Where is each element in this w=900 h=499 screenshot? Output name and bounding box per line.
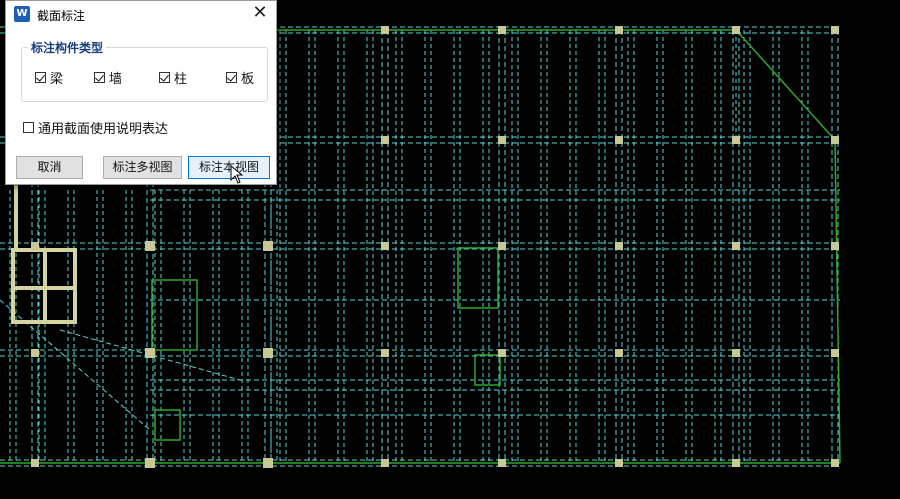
checkbox-general-section-box[interactable]	[23, 121, 34, 133]
column-marker	[145, 348, 155, 358]
column-marker	[732, 136, 740, 144]
boundary-wall	[735, 29, 836, 141]
column-marker	[615, 242, 623, 250]
column-marker	[263, 458, 273, 468]
column-marker	[381, 26, 389, 34]
dialog-titlebar[interactable]: W 截面标注 ✕	[6, 1, 276, 27]
column-marker	[732, 242, 740, 250]
checkbox-beam[interactable]: 梁	[35, 69, 64, 87]
column-marker	[498, 459, 506, 467]
checkbox-wall[interactable]: 墙	[94, 69, 123, 87]
column-marker	[615, 26, 623, 34]
column-marker	[381, 136, 389, 144]
column-marker	[498, 26, 506, 34]
annotate-multi-view-button[interactable]: 标注多视图	[103, 156, 182, 179]
column-marker	[31, 459, 39, 467]
column-marker	[381, 242, 389, 250]
column-marker	[498, 136, 506, 144]
column-marker	[831, 459, 839, 467]
annotate-this-view-button[interactable]: 标注本视图	[188, 156, 270, 179]
column-marker	[145, 458, 155, 468]
checkbox-slab-label: 板	[241, 71, 255, 87]
app-logo-icon: W	[14, 6, 30, 22]
checkbox-wall-box[interactable]	[94, 71, 105, 83]
checkbox-beam-box[interactable]	[35, 71, 46, 83]
checkbox-column-box[interactable]	[159, 71, 170, 83]
column-marker	[145, 241, 155, 251]
checkbox-beam-label: 梁	[50, 71, 64, 87]
column-marker	[732, 349, 740, 357]
column-marker	[615, 136, 623, 144]
dialog-title: 截面标注	[37, 9, 86, 23]
checkbox-wall-label: 墙	[109, 71, 123, 87]
column-marker	[615, 459, 623, 467]
checkbox-column-label: 柱	[174, 71, 188, 87]
checkbox-slab[interactable]: 板	[226, 69, 255, 87]
column-marker	[831, 349, 839, 357]
column-marker	[831, 26, 839, 34]
column-marker	[263, 241, 273, 251]
column-marker	[732, 26, 740, 34]
column-marker	[381, 349, 389, 357]
column-marker	[381, 459, 389, 467]
checkbox-general-section-label: 通用截面使用说明表达	[38, 121, 169, 137]
column-marker	[831, 242, 839, 250]
column-marker	[831, 136, 839, 144]
shear-wall	[457, 247, 499, 309]
cancel-button[interactable]: 取消	[16, 156, 83, 179]
mouse-pointer-icon	[230, 165, 244, 184]
column-marker	[31, 349, 39, 357]
column-marker	[498, 242, 506, 250]
column-marker	[732, 459, 740, 467]
checkbox-slab-box[interactable]	[226, 71, 237, 83]
section-annotation-dialog: W 截面标注 ✕ 标注构件类型 梁 墙 柱 板 通用截面使用说明表达 取消 标注…	[5, 0, 277, 185]
column-marker	[263, 348, 273, 358]
column-marker	[615, 349, 623, 357]
column-marker	[31, 242, 39, 250]
checkbox-column[interactable]: 柱	[159, 69, 188, 87]
close-icon[interactable]: ✕	[250, 3, 270, 23]
checkbox-general-section[interactable]: 通用截面使用说明表达	[23, 119, 169, 137]
group-label: 标注构件类型	[28, 39, 107, 56]
column-marker	[498, 349, 506, 357]
